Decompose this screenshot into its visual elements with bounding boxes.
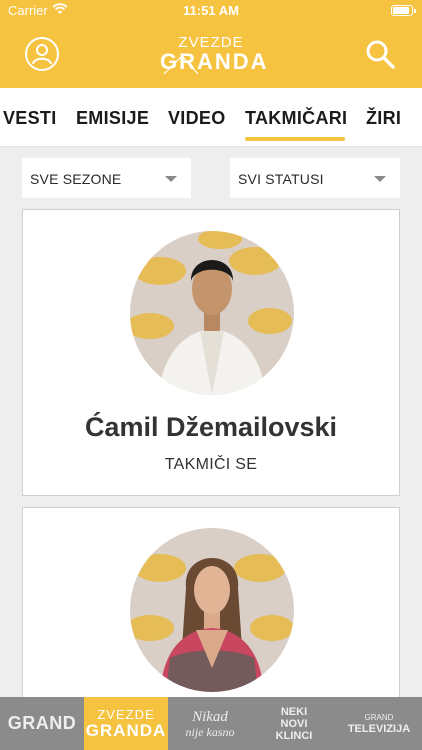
search-icon [366, 40, 395, 69]
category-tabs: VESTI EMISIJE VIDEO TAKMIČARI ŽIRI [0, 88, 422, 147]
channel-grand-televizija[interactable]: GRAND TELEVIZIJA [336, 697, 422, 750]
season-dropdown-value: SVE SEZONE [30, 171, 122, 187]
tab-takmicari[interactable]: TAKMIČARI [245, 108, 347, 129]
channel-nikad-label-2: nije kasno [185, 725, 235, 739]
channel-tv-label-2: TELEVIZIJA [347, 723, 411, 735]
app-header: ZVEZDE GRANDA [0, 22, 422, 88]
user-icon [32, 44, 52, 65]
contestant-name: Ćamil Džemailovski [84, 412, 338, 442]
season-dropdown[interactable]: SVE SEZONE [22, 158, 191, 198]
chevron-down-icon [374, 176, 386, 182]
channel-nikad-nije-kasno[interactable]: Nikad nije kasno [168, 697, 252, 750]
channel-neki-novi-klinci[interactable]: NEKI NOVI KLINCI [252, 697, 336, 750]
battery-fill [393, 7, 409, 14]
bottom-channel-bar: GRAND ZVEZDE GRANDA Nikad nije kasno NEK… [0, 697, 422, 750]
active-tab-indicator [245, 137, 345, 141]
clock: 11:51 AM [183, 3, 239, 18]
contestant-photo [130, 528, 294, 692]
app-logo: ZVEZDE GRANDA [160, 34, 267, 78]
tab-emisije[interactable]: EMISIJE [76, 108, 149, 129]
contestant-photo [130, 231, 294, 395]
tab-ziri[interactable]: ŽIRI [366, 108, 401, 129]
contestant-card[interactable] [22, 507, 400, 707]
channel-klinci-label-1: NEKI [280, 706, 308, 718]
status-dropdown[interactable]: SVI STATUSI [230, 158, 400, 198]
contestant-status: TAKMIČI SE [164, 456, 258, 473]
channel-tv-label-1: GRAND [364, 713, 394, 722]
search-button[interactable] [364, 38, 396, 70]
contestant-card[interactable]: Ćamil Džemailovski TAKMIČI SE [22, 209, 400, 496]
channel-grand[interactable]: GRAND [0, 697, 84, 750]
status-bar: Carrier 11:51 AM [0, 0, 422, 22]
channel-klinci-label-3: KLINCI [275, 730, 313, 742]
profile-button[interactable] [25, 37, 59, 71]
channel-klinci-label-2: NOVI [280, 718, 308, 730]
battery-icon [391, 5, 416, 16]
channel-zvezde-label-1: ZVEZDE [97, 707, 155, 722]
channel-zvezde-granda[interactable]: ZVEZDE GRANDA [84, 697, 168, 750]
channel-grand-label: GRAND [7, 713, 77, 733]
status-dropdown-value: SVI STATUSI [238, 171, 324, 187]
channel-nikad-label-1: Nikad [192, 709, 228, 725]
tab-vesti[interactable]: VESTI [3, 108, 57, 129]
channel-zvezde-label-2: GRANDA [85, 721, 167, 740]
chevron-down-icon [165, 176, 177, 182]
tab-video[interactable]: VIDEO [168, 108, 226, 129]
